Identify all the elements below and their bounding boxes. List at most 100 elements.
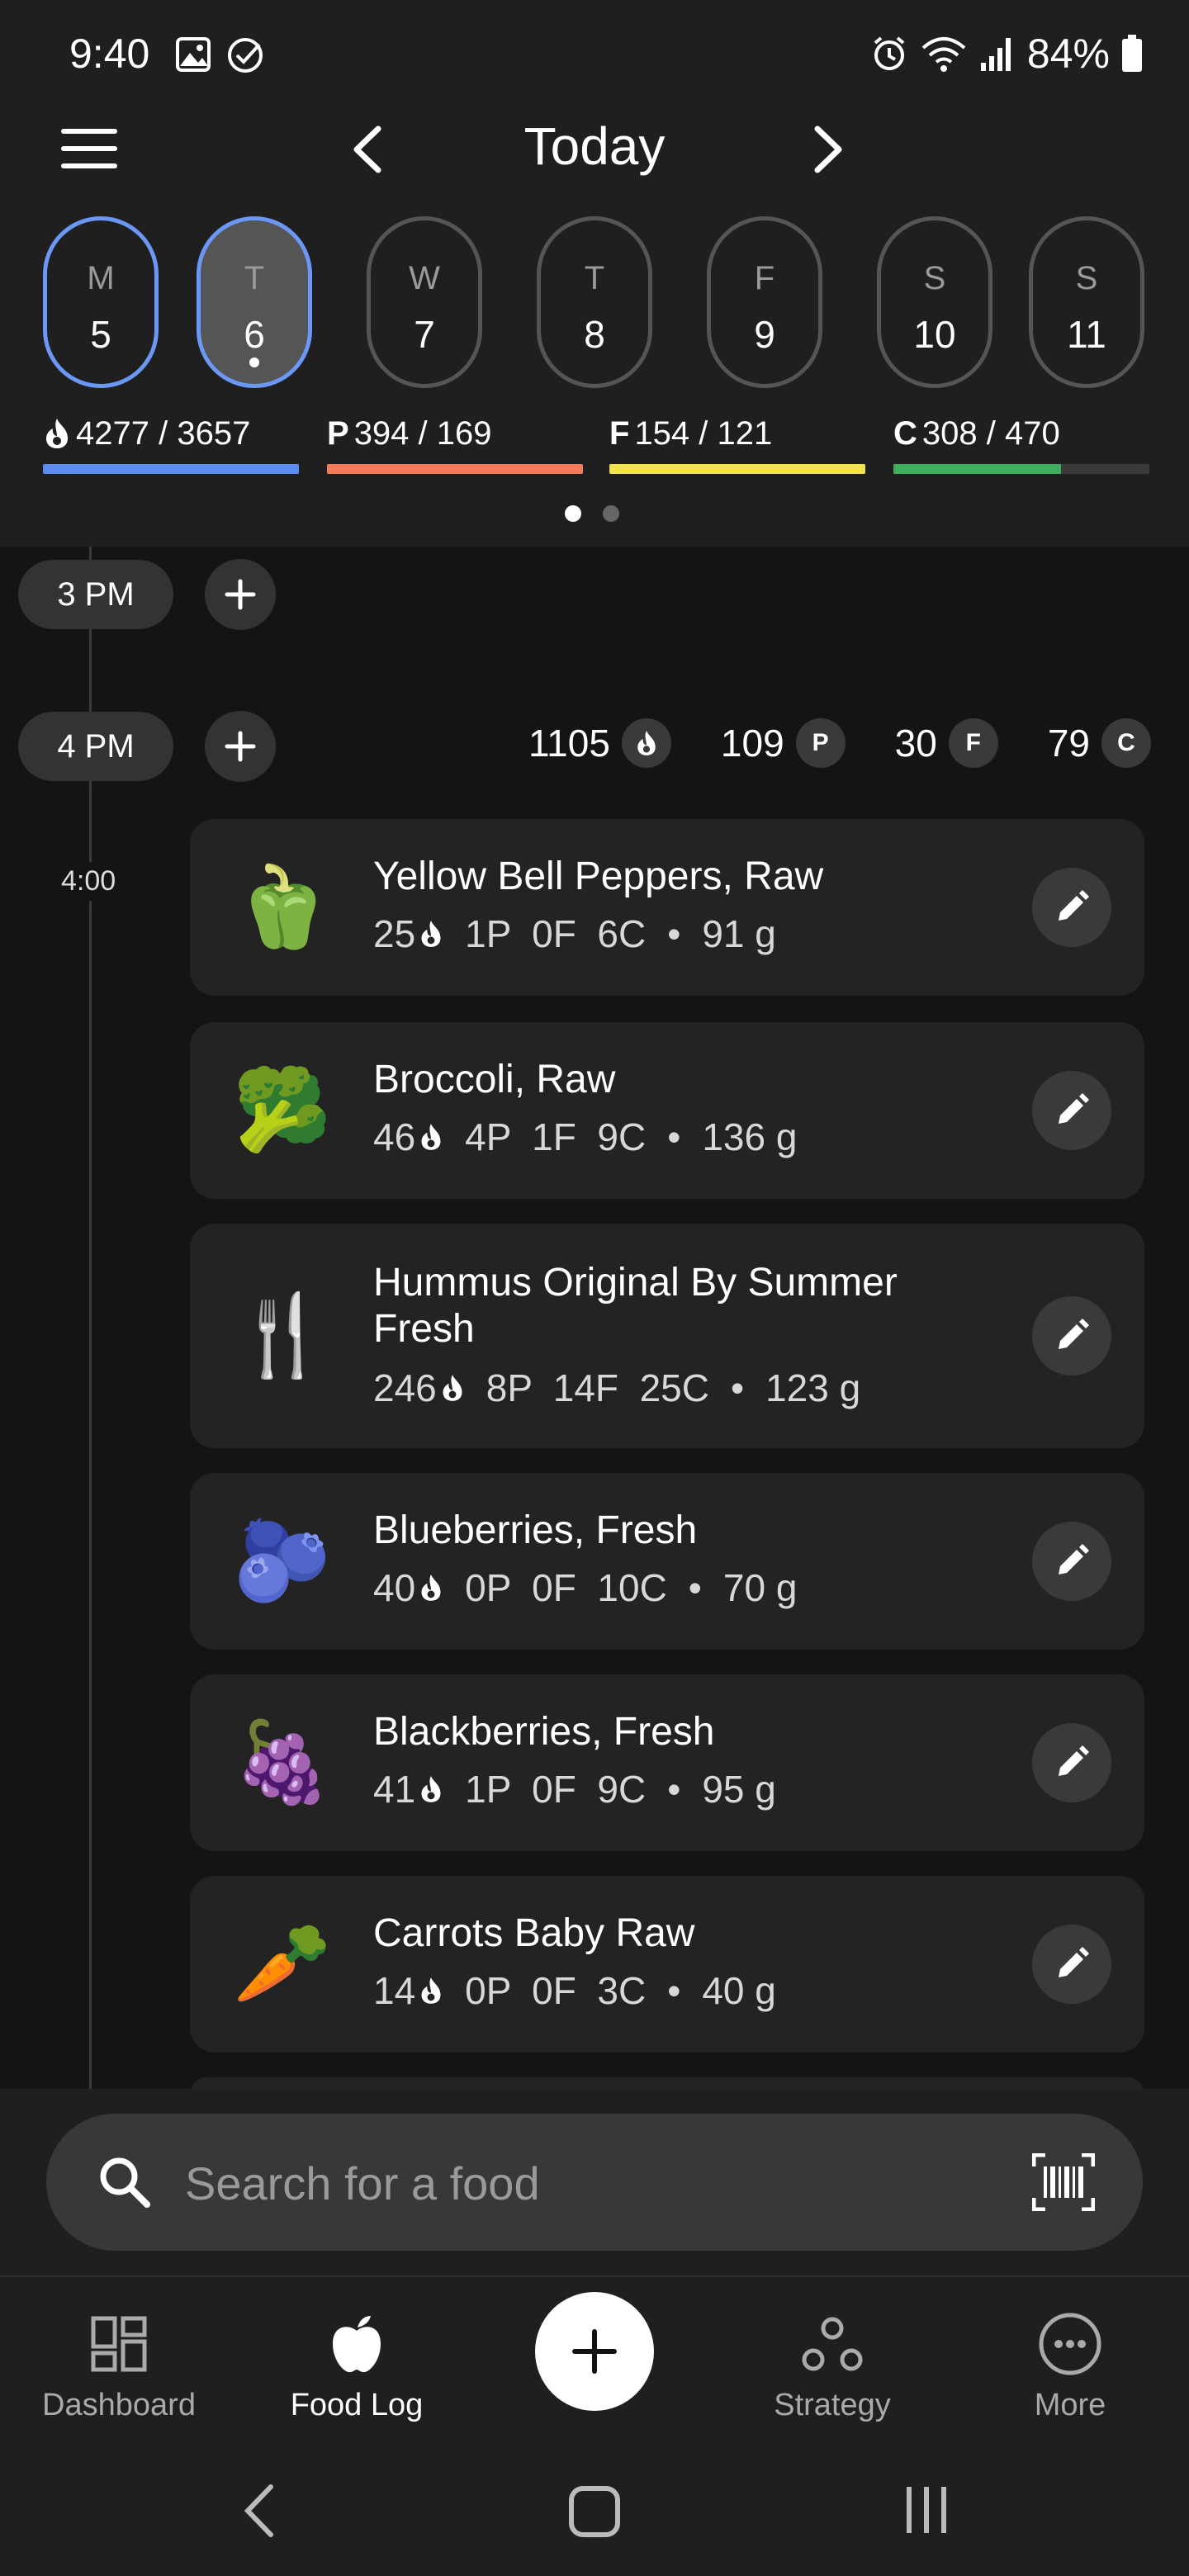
add-4pm-button[interactable] xyxy=(205,711,276,782)
food-entry-card[interactable]: 🍴 Hummus Original By Summer Fresh 246 8P… xyxy=(190,1224,1144,1448)
wifi-icon xyxy=(921,37,966,72)
back-icon[interactable] xyxy=(239,2482,281,2540)
strategy-icon xyxy=(802,2317,863,2371)
food-calories: 46 xyxy=(373,1115,416,1158)
apple-icon xyxy=(333,2316,381,2373)
day-pill-fri[interactable]: F 9 xyxy=(707,216,822,388)
food-macros: 1P 0F 6C xyxy=(465,912,647,955)
status-time: 9:40 xyxy=(69,31,150,77)
fat-progress-fill xyxy=(609,464,865,474)
day-letter: T xyxy=(244,260,265,296)
carbs-summary: C 308 / 470 xyxy=(893,413,1149,474)
fat-summary: F 154 / 121 xyxy=(609,413,865,474)
page-title: Today xyxy=(523,116,666,176)
bell-pepper-icon: 🫑 xyxy=(233,863,332,951)
food-entry-card[interactable]: 🥦 Broccoli, Raw 46 4P 1F 9C • 136 g xyxy=(190,1022,1144,1199)
flame-icon xyxy=(443,1375,462,1401)
add-3pm-button[interactable] xyxy=(205,559,276,630)
carbs-prefix: C xyxy=(893,414,917,452)
food-entry-card[interactable]: 🍇 Blackberries, Fresh 41 1P 0F 9C • 95 g xyxy=(190,1674,1144,1851)
day-letter: W xyxy=(409,260,440,296)
day-pill-sat[interactable]: S 10 xyxy=(877,216,992,388)
edit-entry-button[interactable] xyxy=(1032,1071,1111,1150)
edit-entry-button[interactable] xyxy=(1032,1296,1111,1376)
search-input[interactable] xyxy=(185,2150,928,2216)
fat-badge: F xyxy=(948,718,998,768)
day-number: 5 xyxy=(90,313,111,356)
carbs-value: 308 / 470 xyxy=(921,414,1060,452)
add-food-button[interactable] xyxy=(535,2292,654,2411)
day-pill-sun[interactable]: S 11 xyxy=(1029,216,1144,388)
hour-total-calories: 1105 xyxy=(528,718,671,768)
food-calories: 40 xyxy=(373,1566,416,1609)
edit-entry-button[interactable] xyxy=(1032,1723,1111,1802)
recent-apps-icon[interactable] xyxy=(902,2484,951,2536)
carbs-badge: C xyxy=(1101,718,1151,768)
day-pill-wed[interactable]: W 7 xyxy=(367,216,482,388)
edit-entry-button[interactable] xyxy=(1032,1522,1111,1601)
today-dot xyxy=(249,358,259,367)
status-notifications xyxy=(175,36,264,74)
gallery-icon xyxy=(176,37,211,72)
hour-total-carbs: 79 C xyxy=(1048,718,1151,768)
separator-dot: • xyxy=(667,912,681,955)
hour-cal-value: 1105 xyxy=(528,722,610,765)
pencil-icon xyxy=(1059,1319,1089,1349)
edit-entry-button[interactable] xyxy=(1032,868,1111,947)
food-calories: 25 xyxy=(373,912,416,955)
system-navigation-bar xyxy=(0,2444,1189,2576)
nav-more[interactable]: More xyxy=(971,2307,1169,2423)
hour-chip-4pm[interactable]: 4 PM xyxy=(18,712,173,781)
food-weight: 70 g xyxy=(722,1566,798,1609)
home-icon[interactable] xyxy=(568,2485,621,2538)
food-macros: 0P 0F 3C xyxy=(465,1969,647,2012)
separator-dot: • xyxy=(730,1366,745,1409)
macro-summary[interactable]: 4277 / 3657 P 394 / 169 F 154 / 121 C 30… xyxy=(43,413,1149,479)
day-pill-thu[interactable]: T 8 xyxy=(537,216,652,388)
next-day-button[interactable] xyxy=(808,124,849,175)
fat-prefix: F xyxy=(609,414,630,452)
food-entry-card[interactable]: 🥕 Carrots Baby Raw 14 0P 0F 3C • 40 g xyxy=(190,1876,1144,2053)
calories-summary: 4277 / 3657 xyxy=(43,413,299,474)
pencil-icon xyxy=(1059,1947,1089,1977)
day-letter: S xyxy=(923,260,946,296)
food-entry-card[interactable]: 🫑 Yellow Bell Peppers, Raw 25 1P 0F 6C •… xyxy=(190,819,1144,996)
food-calories: 14 xyxy=(373,1969,416,2012)
food-weight: 95 g xyxy=(702,1768,776,1811)
food-name: Hummus Original By Summer Fresh xyxy=(373,1261,898,1351)
hamburger-menu-icon[interactable] xyxy=(59,125,119,172)
previous-day-button[interactable] xyxy=(347,124,388,175)
protein-badge: P xyxy=(795,718,846,768)
nav-strategy[interactable]: Strategy xyxy=(733,2307,931,2423)
pencil-icon xyxy=(1059,890,1089,921)
day-letter: S xyxy=(1075,260,1098,296)
food-stats: 41 1P 0F 9C • 95 g xyxy=(373,1767,776,1811)
plus-icon xyxy=(572,2329,617,2374)
hour-total-fat: 30 F xyxy=(895,718,998,768)
food-entry-card[interactable]: 🫐 Blueberries, Fresh 40 0P 0F 10C • 70 g xyxy=(190,1473,1144,1650)
day-pill-mon[interactable]: M 5 xyxy=(43,216,159,388)
food-weight: 136 g xyxy=(702,1115,798,1158)
check-circle-icon xyxy=(228,38,263,73)
day-letter: F xyxy=(754,260,775,296)
food-macros: 8P 14F 25C xyxy=(486,1366,709,1409)
food-name: Broccoli, Raw xyxy=(373,1058,616,1101)
food-stats: 246 8P 14F 25C • 123 g xyxy=(373,1366,860,1410)
plus-icon xyxy=(225,579,256,610)
food-search-bar[interactable] xyxy=(46,2114,1143,2251)
nav-food-log[interactable]: Food Log xyxy=(258,2307,456,2423)
hour-totals: 1105 109 P 30 F 79 C xyxy=(500,718,1151,768)
food-macros: 1P 0F 9C xyxy=(465,1768,647,1811)
edit-entry-button[interactable] xyxy=(1032,1925,1111,2004)
hour-f-value: 30 xyxy=(894,722,937,765)
food-macros: 4P 1F 9C xyxy=(465,1115,647,1158)
day-letter: T xyxy=(584,260,605,296)
broccoli-icon: 🥦 xyxy=(233,1066,332,1154)
nav-dashboard[interactable]: Dashboard xyxy=(20,2307,218,2423)
calories-progress-fill xyxy=(43,464,299,474)
barcode-scanner-icon[interactable] xyxy=(1032,2153,1095,2211)
day-pill-tue[interactable]: T 6 xyxy=(197,216,312,388)
status-bar: 9:40 84% xyxy=(0,0,1189,112)
search-icon xyxy=(100,2157,150,2208)
hour-chip-3pm[interactable]: 3 PM xyxy=(18,560,173,629)
